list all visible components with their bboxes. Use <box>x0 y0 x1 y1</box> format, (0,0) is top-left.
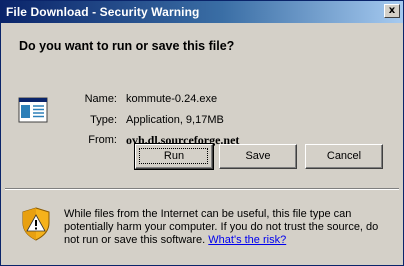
close-icon: x <box>388 5 396 16</box>
dialog-content: Do you want to run or save this file? Na… <box>1 23 403 147</box>
file-type: Application, 9,17MB <box>126 114 224 126</box>
file-download-dialog: File Download - Security Warning x Do yo… <box>0 0 404 266</box>
window-title: File Download - Security Warning <box>6 5 200 19</box>
separator-highlight <box>5 189 399 190</box>
security-warning-text: While files from the Internet can be use… <box>64 208 396 247</box>
from-label: From: <box>88 134 117 146</box>
security-shield-icon <box>22 207 50 241</box>
cancel-button[interactable]: Cancel <box>305 144 383 169</box>
close-button[interactable]: x <box>384 4 400 18</box>
file-name: kommute-0.24.exe <box>126 93 218 105</box>
dialog-question: Do you want to run or save this file? <box>19 39 235 53</box>
whats-the-risk-link[interactable]: What's the risk? <box>208 234 286 246</box>
type-label: Type: <box>90 114 117 126</box>
name-label: Name: <box>84 93 117 105</box>
title-bar[interactable]: File Download - Security Warning x <box>1 1 403 23</box>
focus-rectangle <box>139 148 208 164</box>
cancel-button-label: Cancel <box>326 150 362 162</box>
run-button[interactable]: Run <box>134 143 214 170</box>
save-button-label: Save <box>245 150 271 162</box>
save-button[interactable]: Save <box>219 144 297 169</box>
